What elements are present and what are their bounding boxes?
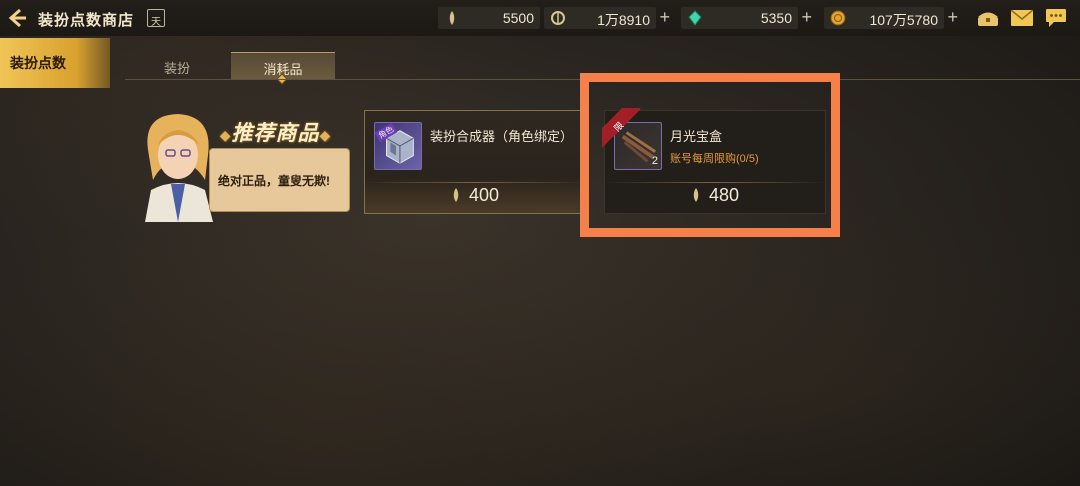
gold-coin-icon bbox=[830, 10, 846, 26]
page-title: 装扮点数商店 bbox=[38, 12, 135, 29]
add-gold-button[interactable]: + bbox=[947, 7, 958, 28]
calendar-icon-label: 天 bbox=[151, 17, 161, 28]
category-costume-points[interactable]: 装扮点数 bbox=[0, 38, 110, 88]
add-cera-button[interactable]: + bbox=[659, 7, 670, 28]
tab-label: 装扮 bbox=[163, 61, 190, 76]
card-divider bbox=[365, 182, 585, 183]
item-price-value: 400 bbox=[468, 185, 500, 205]
currency-value: 1万8910 bbox=[597, 12, 650, 28]
tab-consumables[interactable]: 消耗品 bbox=[231, 52, 335, 85]
mail-icon[interactable] bbox=[1011, 10, 1033, 26]
calendar-icon[interactable]: 天 bbox=[147, 9, 165, 28]
ornament-left-icon: ◆ bbox=[219, 127, 232, 143]
costume-point-icon bbox=[453, 188, 459, 202]
ornament-right-icon: ◆ bbox=[319, 127, 332, 143]
costume-point-icon bbox=[449, 11, 455, 25]
back-arrow-icon[interactable] bbox=[6, 7, 28, 29]
cera-icon bbox=[551, 11, 565, 25]
recommend-title-text: 推荐商品 bbox=[231, 122, 320, 145]
currency-value: 5350 bbox=[760, 10, 792, 26]
add-crystal-button[interactable]: + bbox=[801, 7, 812, 28]
currency-costume-points: 5500 bbox=[438, 7, 540, 29]
recommend-title: ◆推荐商品◆ bbox=[213, 117, 338, 147]
chat-icon[interactable] bbox=[1045, 8, 1067, 28]
treasure-chest-icon[interactable] bbox=[976, 8, 1000, 28]
currency-value: 5500 bbox=[502, 10, 534, 26]
crystal-icon bbox=[688, 10, 702, 26]
highlight-box bbox=[580, 73, 840, 237]
item-card-costume-synthesizer[interactable]: 角色 装扮合成器（角色绑定） 400 bbox=[364, 110, 586, 214]
currency-value: 107万5780 bbox=[869, 12, 938, 28]
currency-crystal: 5350 + bbox=[681, 7, 812, 29]
category-label: 装扮点数 bbox=[10, 55, 66, 71]
currency-gold: 107万5780 + bbox=[824, 7, 958, 29]
item-thumbnail: 角色 bbox=[374, 122, 422, 170]
speech-bubble-text: 绝对正品，童叟无欺! bbox=[218, 174, 330, 188]
item-name: 装扮合成器（角色绑定） bbox=[430, 129, 574, 144]
top-bar: 装扮点数商店 天 5500 1万8910 + 5350 + 107万5780 + bbox=[0, 0, 1080, 36]
speech-bubble: 绝对正品，童叟无欺! bbox=[209, 148, 350, 212]
currency-cera: 1万8910 + bbox=[544, 7, 670, 29]
tab-costume[interactable]: 装扮 bbox=[125, 52, 229, 79]
item-price: 400 bbox=[365, 185, 585, 206]
